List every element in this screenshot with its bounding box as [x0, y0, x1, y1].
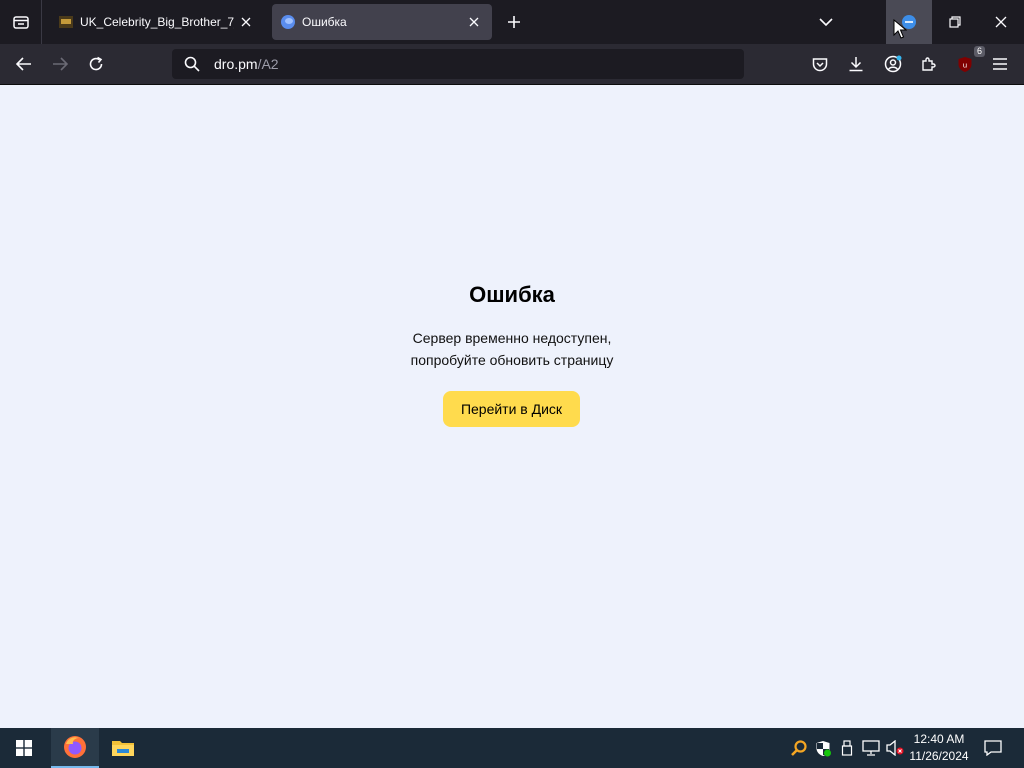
new-tab-button[interactable] — [502, 10, 526, 34]
windows-taskbar: 12:40 AM 11/26/2024 — [0, 728, 1024, 768]
start-button[interactable] — [0, 728, 48, 768]
taskbar-clock[interactable]: 12:40 AM 11/26/2024 — [904, 731, 974, 765]
arrow-left-icon — [16, 57, 31, 71]
tab-uk-celebrity[interactable]: UK_Celebrity_Big_Brother_7_log — [50, 4, 264, 40]
clock-date: 11/26/2024 — [909, 749, 969, 763]
window-close-button[interactable] — [978, 0, 1024, 44]
yandex-disk-favicon-icon — [280, 14, 296, 30]
tray-volume[interactable] — [884, 728, 906, 768]
extensions-button[interactable] — [915, 50, 943, 78]
ublock-shield-icon: u — [958, 56, 972, 72]
hamburger-menu-icon — [993, 58, 1007, 70]
navigation-toolbar: dro.pm/A2 u 6 — [0, 44, 1024, 85]
notification-icon — [984, 740, 1002, 756]
windows-logo-icon — [16, 740, 32, 756]
mouse-cursor-icon — [893, 19, 907, 39]
error-message-line1: Сервер временно недоступен, — [412, 330, 612, 346]
restore-icon — [949, 16, 961, 28]
back-button[interactable] — [10, 50, 38, 78]
downloads-button[interactable] — [842, 50, 870, 78]
tab-close-icon[interactable] — [466, 14, 482, 30]
taskbar-firefox[interactable] — [51, 728, 99, 768]
address-bar[interactable]: dro.pm/A2 — [172, 49, 744, 79]
folder-icon — [112, 741, 134, 756]
close-icon — [995, 16, 1007, 28]
search-icon — [184, 56, 200, 72]
network-icon — [862, 740, 880, 756]
reload-button[interactable] — [82, 50, 110, 78]
tray-security[interactable] — [812, 728, 834, 768]
account-icon — [884, 55, 902, 73]
restore-button[interactable] — [932, 0, 978, 44]
tab-list-button[interactable] — [0, 0, 42, 44]
plus-icon — [508, 16, 520, 28]
chevron-down-icon — [819, 18, 833, 27]
pocket-button[interactable] — [806, 50, 834, 78]
svg-text:u: u — [963, 61, 967, 69]
tab-error[interactable]: Ошибка — [272, 4, 492, 40]
puzzle-icon — [922, 57, 936, 71]
firefox-icon — [64, 736, 86, 758]
tray-search-app[interactable] — [788, 728, 810, 768]
ublock-extension-button[interactable]: u 6 — [951, 46, 985, 78]
volume-muted-icon — [886, 740, 904, 756]
pocket-icon — [812, 57, 828, 71]
tab-list-icon — [12, 16, 29, 29]
tray-usb[interactable] — [838, 728, 856, 768]
taskbar-file-explorer[interactable] — [99, 728, 147, 768]
tab-close-icon[interactable] — [238, 14, 254, 30]
page-content: Ошибка Сервер временно недоступен, попро… — [0, 85, 1024, 728]
forward-button[interactable] — [46, 50, 74, 78]
app-menu-button[interactable] — [986, 50, 1014, 78]
action-center-button[interactable] — [978, 728, 1008, 768]
arrow-right-icon — [53, 57, 68, 71]
url-path: /A2 — [257, 56, 279, 72]
tab-title: Ошибка — [302, 15, 347, 29]
windows-security-icon — [816, 740, 831, 756]
usb-device-icon — [841, 740, 853, 756]
go-to-disk-button[interactable]: Перейти в Диск — [443, 391, 580, 427]
tab-strip: UK_Celebrity_Big_Brother_7_log Ошибка — [0, 0, 1024, 44]
image-favicon-icon — [58, 14, 74, 30]
download-icon — [849, 57, 863, 72]
account-button[interactable] — [879, 50, 907, 78]
extension-badge: 6 — [973, 46, 985, 57]
clock-time: 12:40 AM — [913, 732, 965, 746]
reload-icon — [89, 56, 103, 71]
error-message: Сервер временно недоступен, попробуйте о… — [0, 327, 1024, 371]
url-host: dro.pm — [214, 56, 258, 72]
magnifier-tool-icon — [791, 740, 807, 756]
error-title: Ошибка — [469, 282, 555, 307]
url-text[interactable]: dro.pm/A2 — [214, 56, 279, 72]
tab-title: UK_Celebrity_Big_Brother_7_log — [80, 15, 234, 29]
list-all-tabs-button[interactable] — [814, 10, 838, 34]
tray-network[interactable] — [860, 728, 882, 768]
error-message-line2: попробуйте обновить страницу — [410, 352, 614, 368]
